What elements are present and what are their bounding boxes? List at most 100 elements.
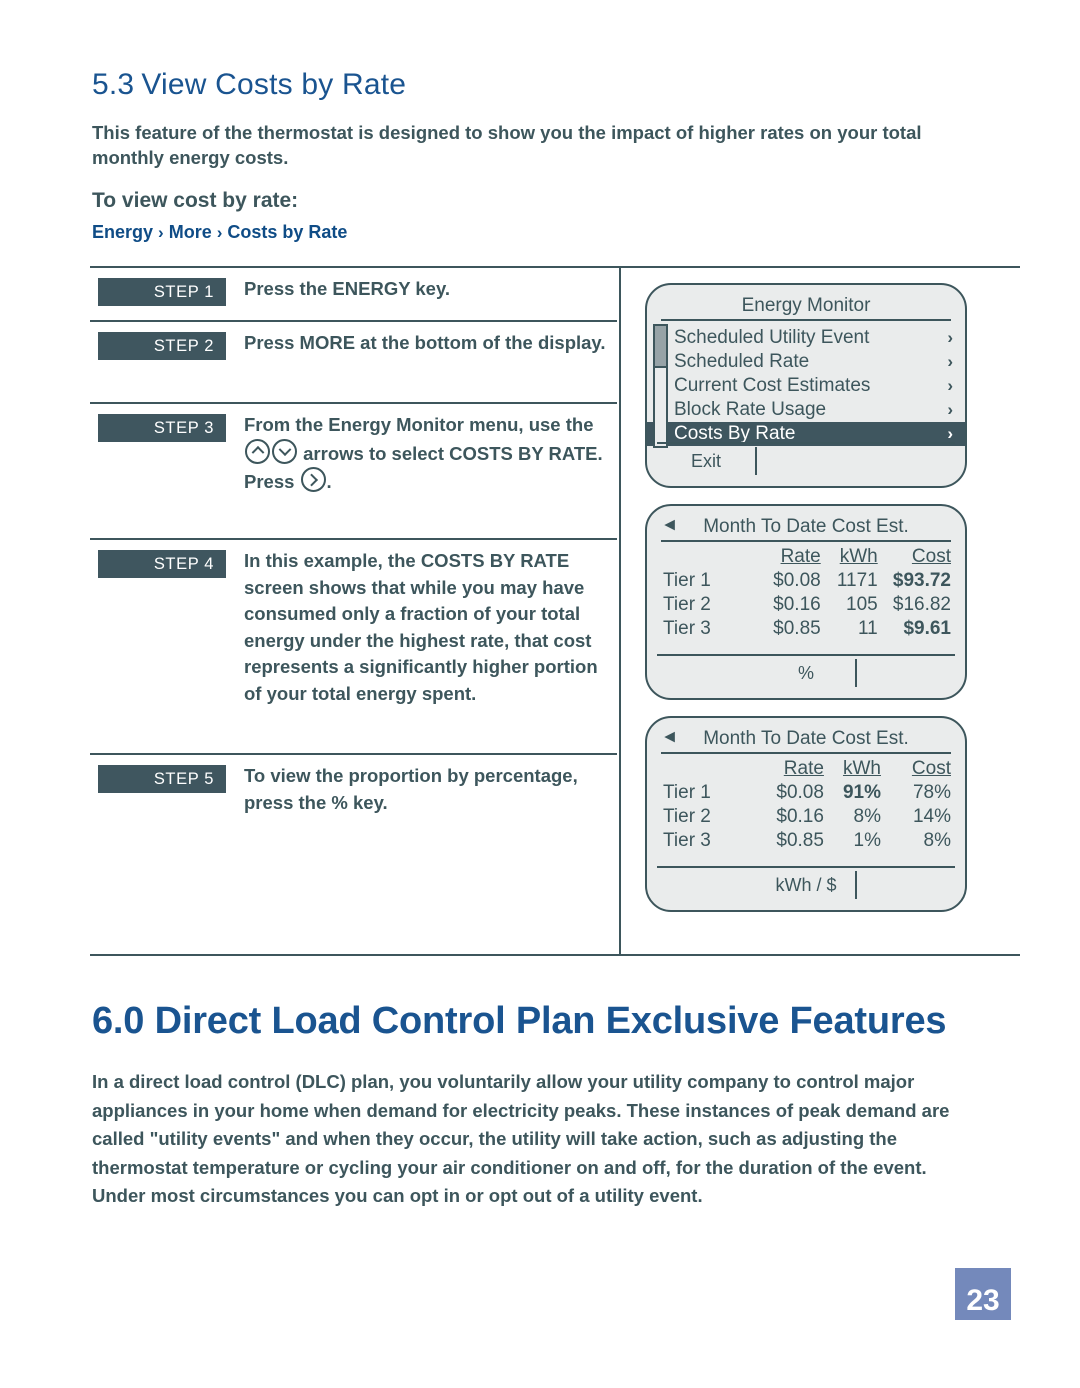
menu-item-label: Scheduled Utility Event xyxy=(674,327,870,348)
cell-kwh: 11 xyxy=(857,618,878,639)
cell-cost: $93.72 xyxy=(892,570,951,591)
breadcrumb-item-energy[interactable]: Energy xyxy=(92,222,153,242)
step-badge: STEP 1 xyxy=(98,278,226,306)
cell-cost: $16.82 xyxy=(892,594,951,615)
cell-tier: Tier 1 xyxy=(663,782,711,803)
section-53-intro: This feature of the thermostat is design… xyxy=(92,122,922,168)
device-title: Month To Date Cost Est. xyxy=(647,506,965,542)
cell-kwh: 1% xyxy=(853,830,881,851)
step-row: STEP 4 In this example, the COSTS BY RAT… xyxy=(90,540,617,755)
chevron-right-icon: › xyxy=(947,352,953,371)
table-header-row: Rate kWh Cost xyxy=(647,546,965,569)
device-title: Month To Date Cost Est. xyxy=(647,718,965,754)
section-53-heading: 5.3 View Costs by Rate xyxy=(92,68,406,102)
breadcrumb: Energy › More › Costs by Rate xyxy=(92,222,347,243)
cell-cost: 8% xyxy=(923,830,951,851)
title-underline xyxy=(661,752,951,754)
table-row: Tier 2 $0.16 8% 14% xyxy=(647,805,965,829)
section-60-number: 6.0 xyxy=(92,1000,145,1042)
cell-tier: Tier 1 xyxy=(663,570,711,591)
step-row: STEP 3 From the Energy Monitor menu, use… xyxy=(90,404,617,540)
table-header-row: Rate kWh Cost xyxy=(647,758,965,781)
table-row: Tier 1 $0.08 1171 $93.72 xyxy=(647,569,965,593)
cell-rate: $0.16 xyxy=(776,806,824,827)
chevron-right-icon: › xyxy=(947,376,953,395)
breadcrumb-item-costs-by-rate[interactable]: Costs by Rate xyxy=(227,222,347,242)
menu-area: Scheduled Utility Event › Scheduled Rate… xyxy=(647,321,965,448)
chevron-right-icon: › xyxy=(158,223,164,242)
menu-item-label: Block Rate Usage xyxy=(674,399,827,420)
cell-cost: $9.61 xyxy=(903,618,951,639)
section-60-body: In a direct load control (DLC) plan, you… xyxy=(92,1071,950,1206)
table-row: Tier 3 $0.85 11 $9.61 xyxy=(647,617,965,641)
step-row: STEP 1 Press the ENERGY key. xyxy=(90,268,617,322)
step-text-part-b: arrows to select COSTS BY RATE. Press xyxy=(244,442,603,493)
title-underline xyxy=(661,540,951,542)
step-badge: STEP 3 xyxy=(98,414,226,442)
step-row: STEP 2 Press MORE at the bottom of the d… xyxy=(90,322,617,404)
cost-table: Rate kWh Cost Tier 1 $0.08 1171 $93.72 T… xyxy=(647,546,965,641)
chevron-right-icon: › xyxy=(947,400,953,419)
scrollbar-thumb[interactable] xyxy=(655,326,666,368)
cell-rate: $0.08 xyxy=(776,782,824,803)
step-text: From the Energy Monitor menu, use the ar… xyxy=(226,412,617,496)
cell-rate: $0.85 xyxy=(773,618,821,639)
scrollbar[interactable] xyxy=(653,324,668,448)
step-text-part-c: . xyxy=(326,471,332,492)
step-badge: STEP 5 xyxy=(98,765,226,793)
column-header-tier xyxy=(647,758,752,781)
section-53-title: View Costs by Rate xyxy=(141,68,407,101)
chevron-right-icon: › xyxy=(947,328,953,347)
table-row: Tier 3 $0.85 1% 8% xyxy=(647,829,965,853)
section-60-heading: 6.0 Direct Load Control Plan Exclusive F… xyxy=(92,1000,947,1043)
cell-rate: $0.16 xyxy=(773,594,821,615)
chevron-right-icon: › xyxy=(216,223,223,242)
column-header-rate: Rate xyxy=(783,758,824,779)
column-header-cost: Cost xyxy=(911,758,951,779)
section-53-number: 5.3 xyxy=(92,68,135,101)
cell-cost: 78% xyxy=(912,782,951,803)
table-row: Tier 1 $0.08 91% 78% xyxy=(647,781,965,805)
menu-item-block-rate-usage[interactable]: Block Rate Usage › xyxy=(647,398,965,422)
device-footer: % xyxy=(657,654,955,690)
cell-kwh: 1171 xyxy=(836,570,878,591)
cell-kwh: 8% xyxy=(853,806,881,827)
device-title: Energy Monitor xyxy=(647,285,965,321)
column-header-tier xyxy=(647,546,750,569)
cell-kwh: 91% xyxy=(842,782,881,803)
exit-button[interactable]: Exit xyxy=(657,447,757,475)
column-header-kwh: kWh xyxy=(842,758,881,779)
cell-cost: 14% xyxy=(912,806,951,827)
column-header-kwh: kWh xyxy=(839,546,878,567)
section-53-subhead: To view cost by rate: xyxy=(92,189,299,212)
step-badge: STEP 2 xyxy=(98,332,226,360)
step-badge: STEP 4 xyxy=(98,550,226,578)
manual-page: 5.3 View Costs by Rate This feature of th… xyxy=(0,0,1080,1388)
device-footer: kWh / $ xyxy=(657,866,955,902)
steps-list: STEP 1 Press the ENERGY key. STEP 2 Pres… xyxy=(90,268,617,950)
column-header-cost: Cost xyxy=(911,546,951,567)
down-arrow-circle-icon xyxy=(272,438,297,464)
right-arrow-circle-icon xyxy=(300,467,326,492)
breadcrumb-item-more[interactable]: More xyxy=(169,222,212,242)
cell-tier: Tier 3 xyxy=(663,618,711,639)
device-screen-cost-percentages: ◂ Month To Date Cost Est. Rate kWh Cost … xyxy=(645,716,967,912)
up-arrow-circle-icon xyxy=(245,438,270,464)
menu-item-label: Scheduled Rate xyxy=(674,351,810,372)
menu-item-scheduled-utility-event[interactable]: Scheduled Utility Event › xyxy=(647,326,965,350)
device-screens: Energy Monitor Scheduled Utility Event ›… xyxy=(645,283,975,912)
menu-item-current-cost-estimates[interactable]: Current Cost Estimates › xyxy=(647,374,965,398)
cell-rate: $0.08 xyxy=(773,570,821,591)
page-number-badge: 23 xyxy=(955,1268,1011,1320)
kwh-dollar-button[interactable]: kWh / $ xyxy=(757,871,857,899)
table-row: Tier 2 $0.16 105 $16.82 xyxy=(647,593,965,617)
cell-kwh: 105 xyxy=(846,594,878,615)
column-header-rate: Rate xyxy=(780,546,821,567)
cell-tier: Tier 3 xyxy=(663,830,711,851)
step-text-part-a: From the Energy Monitor menu, use the xyxy=(244,414,594,435)
percent-button[interactable]: % xyxy=(757,659,857,687)
divider-vertical xyxy=(619,266,621,956)
cell-tier: Tier 2 xyxy=(663,594,711,615)
step-text: Press the ENERGY key. xyxy=(244,278,451,299)
menu-item-scheduled-rate[interactable]: Scheduled Rate › xyxy=(647,350,965,374)
